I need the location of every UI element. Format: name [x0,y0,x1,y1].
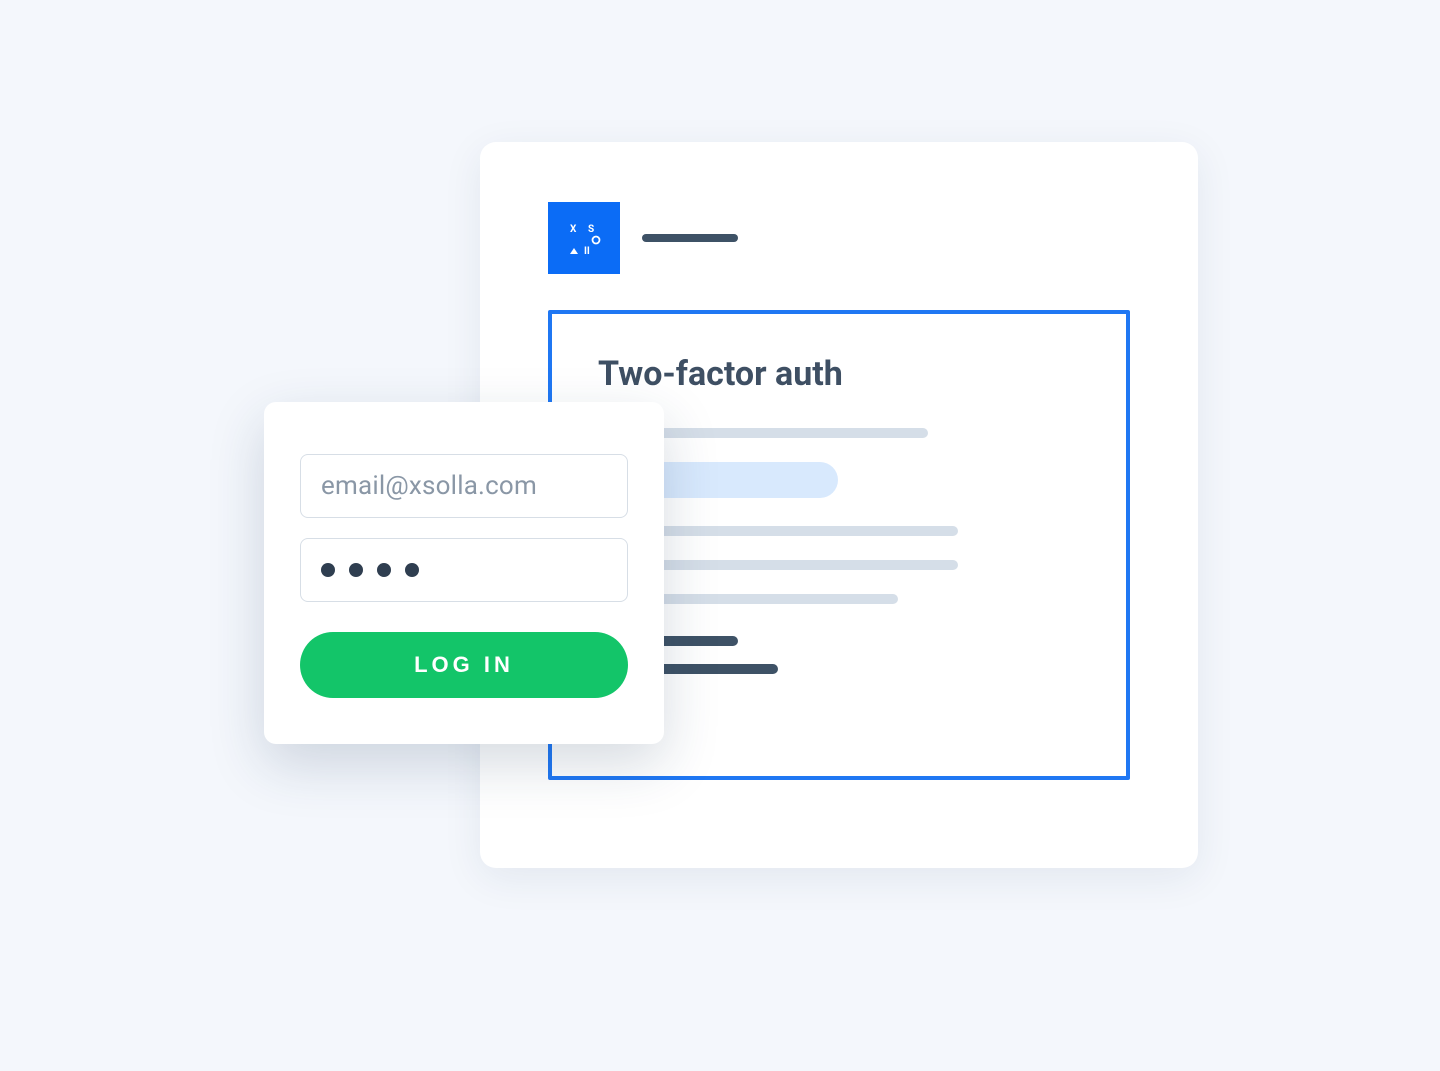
auth-panel-title: Two-factor auth [598,354,1080,394]
password-dot-icon [377,563,391,577]
xsolla-logo-icon: X S II [548,202,620,274]
svg-text:II: II [584,246,590,257]
email-field[interactable]: email@xsolla.com [300,454,628,518]
password-dot-icon [349,563,363,577]
email-placeholder-text: email@xsolla.com [321,471,537,501]
header-placeholder-line [642,234,738,242]
password-dot-icon [405,563,419,577]
password-dot-icon [321,563,335,577]
password-field[interactable] [300,538,628,602]
login-button[interactable]: LOG IN [300,632,628,698]
svg-text:S: S [588,224,594,235]
password-mask [321,563,419,577]
svg-text:X: X [570,224,577,235]
settings-card-header: X S II [548,202,1130,274]
login-card: email@xsolla.com LOG IN [264,402,664,744]
